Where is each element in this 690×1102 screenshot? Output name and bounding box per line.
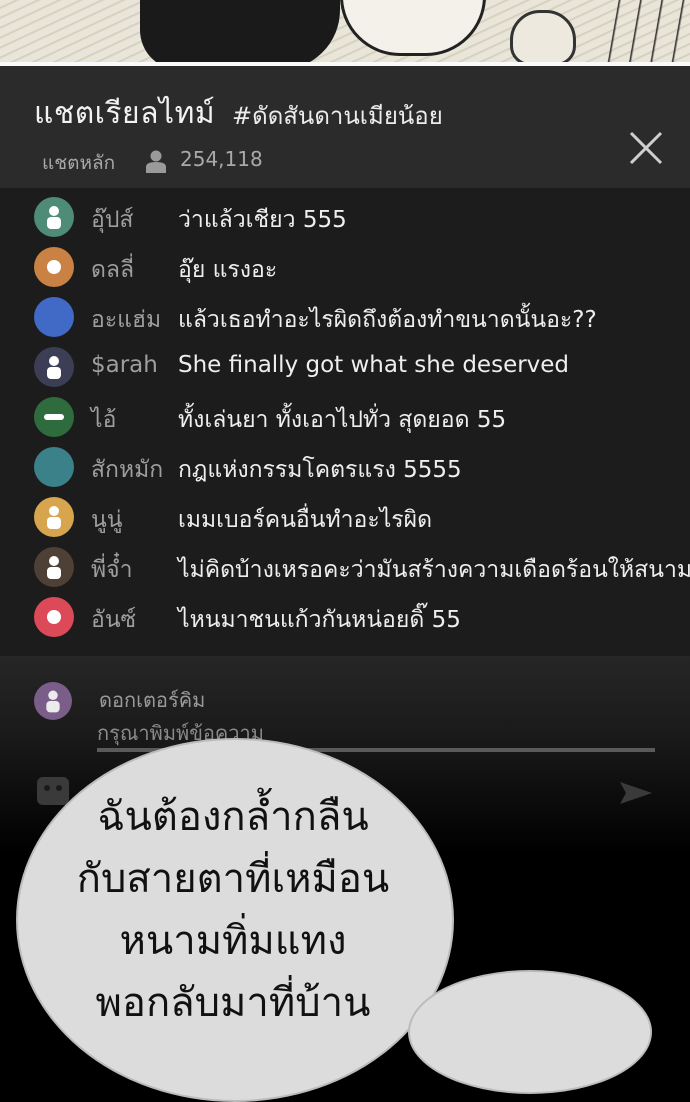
send-icon[interactable] xyxy=(618,780,654,806)
speed-lines-art xyxy=(600,0,690,64)
message-username[interactable]: ดลลี่ xyxy=(91,252,134,288)
close-icon[interactable] xyxy=(626,128,666,168)
chat-title: แชตเรียลไทม์ xyxy=(34,96,216,131)
avatar-blank xyxy=(34,297,74,337)
character-hand-art xyxy=(340,0,486,56)
chat-header: แชตเรียลไทม์ #ดัดสันดานเมียน้อย แชตหลัก … xyxy=(0,66,690,188)
message-username[interactable]: พี่จ๋ำ xyxy=(91,552,133,588)
message-text: อุ๊ย แรงอะ xyxy=(178,257,278,283)
message-username[interactable]: $arah xyxy=(91,352,158,378)
user-avatar[interactable] xyxy=(34,397,74,437)
dot-icon xyxy=(47,610,61,624)
message-text: ว่าแล้วเชียว 555 xyxy=(178,207,347,233)
message-text: ไม่คิดบ้างเหรอคะว่ามันสร้างความเดือดร้อน… xyxy=(178,557,690,583)
person-icon xyxy=(47,206,61,229)
chat-message: ไอ้ ทั้งเล่นยา ทั้งเอาไปทั่ว สุดยอด 55 xyxy=(0,392,690,442)
chat-message: อันซ์ ไหนมาชนแก้วกันหน่อยดิ๊ 55 xyxy=(0,592,690,642)
message-text: She finally got what she deserved xyxy=(178,352,570,378)
user-avatar[interactable] xyxy=(34,547,74,587)
comic-panel-art xyxy=(0,0,690,64)
user-avatar[interactable] xyxy=(34,347,74,387)
message-username[interactable]: อะแฮ่ม xyxy=(91,302,161,338)
message-text: กฎแห่งกรรมโคตรแรง 5555 xyxy=(178,457,462,483)
chat-message: $arah She finally got what she deserved xyxy=(0,342,690,392)
character-hair-art xyxy=(140,0,340,64)
message-username[interactable]: อันซ์ xyxy=(91,602,136,638)
message-text: แล้วเธอทำอะไรผิดถึงต้องทำขนาดนั้นอะ?? xyxy=(178,307,597,333)
user-avatar[interactable] xyxy=(34,297,74,337)
user-avatar[interactable] xyxy=(34,247,74,287)
current-user-name: ดอกเตอร์คิม xyxy=(99,688,206,712)
minus-icon xyxy=(44,414,64,420)
chat-message-list[interactable]: อุ๊ปส์ ว่าแล้วเชียว 555 ดลลี่ อุ๊ย แรงอะ… xyxy=(0,188,690,656)
user-avatar[interactable] xyxy=(34,597,74,637)
chat-message: อะแฮ่ม แล้วเธอทำอะไรผิดถึงต้องทำขนาดนั้น… xyxy=(0,292,690,342)
chat-message: สักหมัก กฎแห่งกรรมโคตรแรง 5555 xyxy=(0,442,690,492)
mushroom-art xyxy=(510,10,576,64)
viewer-count: 254,118 xyxy=(180,147,263,171)
message-username[interactable]: ไอ้ xyxy=(91,402,116,438)
speech-line: ฉันต้องกล้ำกลืน xyxy=(97,794,369,840)
speech-line: กับสายตาที่เหมือน xyxy=(76,856,390,902)
chat-message: อุ๊ปส์ ว่าแล้วเชียว 555 xyxy=(0,192,690,242)
message-text: ทั้งเล่นยา ทั้งเอาไปทั่ว สุดยอด 55 xyxy=(178,407,507,433)
speech-bubble-secondary xyxy=(408,970,652,1094)
chat-message: พี่จ๋ำ ไม่คิดบ้างเหรอคะว่ามันสร้างความเด… xyxy=(0,542,690,592)
speech-line: พอกลับมาที่บ้าน xyxy=(95,980,371,1026)
person-icon xyxy=(47,556,61,579)
viewer-person-icon xyxy=(146,150,166,173)
chat-message: นูนู่ เมมเบอร์คนอื่นทำอะไรผิด xyxy=(0,492,690,542)
dot-icon xyxy=(47,260,61,274)
user-avatar[interactable] xyxy=(34,197,74,237)
person-icon xyxy=(47,506,61,529)
user-avatar[interactable] xyxy=(34,447,74,487)
speech-line: หนามทิ่มแทง xyxy=(119,918,347,964)
message-username[interactable]: อุ๊ปส์ xyxy=(91,202,133,238)
chat-hashtag: #ดัดสันดานเมียน้อย xyxy=(232,102,443,130)
avatar-blank xyxy=(34,447,74,487)
speech-bubble-text: ฉันต้องกล้ำกลืน กับสายตาที่เหมือน หนามทิ… xyxy=(16,786,450,1034)
chat-message: ดลลี่ อุ๊ย แรงอะ xyxy=(0,242,690,292)
person-icon xyxy=(47,356,61,379)
channel-label: แชตหลัก xyxy=(42,152,116,174)
message-username[interactable]: นูนู่ xyxy=(91,502,122,538)
message-text: ไหนมาชนแก้วกันหน่อยดิ๊ 55 xyxy=(178,607,461,633)
user-avatar[interactable] xyxy=(34,497,74,537)
person-icon xyxy=(46,690,60,713)
message-text: เมมเบอร์คนอื่นทำอะไรผิด xyxy=(178,507,433,533)
current-user-avatar xyxy=(34,682,72,720)
message-username[interactable]: สักหมัก xyxy=(91,452,163,488)
